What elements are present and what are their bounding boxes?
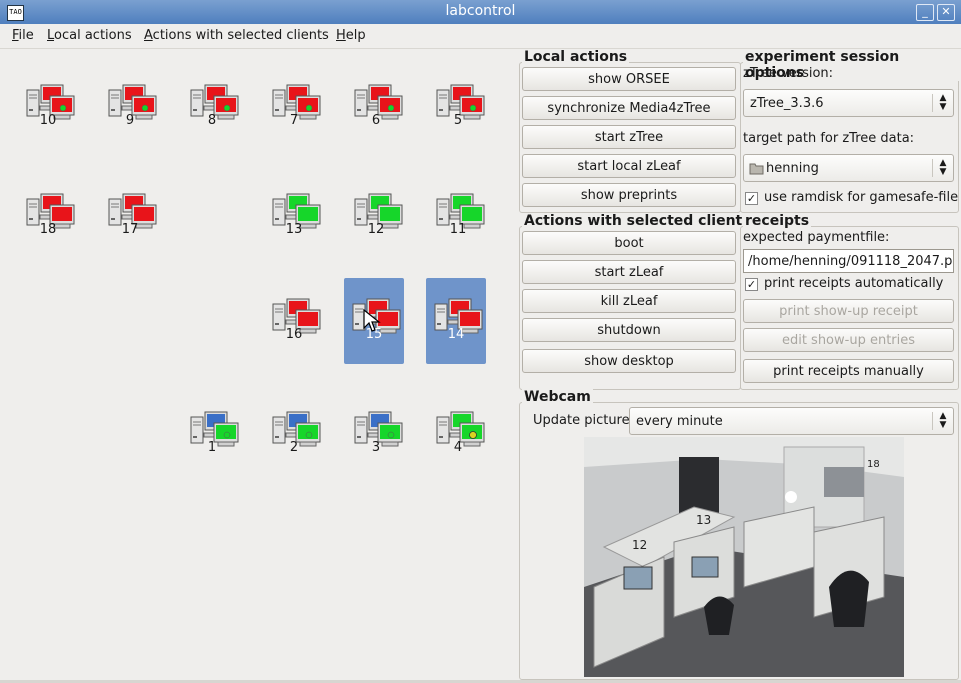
ztree-version-select[interactable]: zTree_3.3.6 ▲ ▼ (743, 89, 954, 117)
client-item[interactable]: 13 (264, 173, 324, 259)
menu-client-actions[interactable]: Actions with selected clients (144, 28, 329, 43)
client-item[interactable]: 17 (100, 173, 160, 259)
ztree-version-label: zTree version: (743, 66, 834, 81)
updown-arrow-icon: ▲ ▼ (932, 159, 953, 177)
client-item[interactable]: 16 (264, 278, 324, 364)
client-item[interactable]: 5 (428, 64, 488, 150)
updown-arrow-icon: ▲ ▼ (932, 94, 953, 112)
cubicle-number-label: 12 (632, 538, 647, 552)
mouse-cursor-icon (363, 308, 381, 332)
local-actions-title: Local actions (522, 49, 630, 65)
client-actions-title: Actions with selected clients (522, 213, 753, 229)
show-desktop-button[interactable]: show desktop (522, 349, 736, 373)
update-picture-label: Update picture (533, 413, 630, 428)
folder-icon (749, 163, 764, 175)
client-item[interactable]: 10 (18, 64, 78, 150)
target-path-label: target path for zTree data: (743, 131, 915, 146)
title-bar: TAO labcontrol _ ✕ (0, 0, 961, 24)
paymentfile-label: expected paymentfile: (743, 230, 890, 245)
webcam-title: Webcam (522, 389, 593, 405)
minimize-button[interactable]: _ (916, 4, 934, 21)
menu-help[interactable]: Help (336, 28, 366, 43)
client-item[interactable]: 6 (346, 64, 406, 150)
client-item[interactable]: 2 (264, 391, 324, 477)
target-path-select[interactable]: henning ▲ ▼ (743, 154, 954, 182)
close-button[interactable]: ✕ (937, 4, 955, 21)
client-item[interactable]: 3 (346, 391, 406, 477)
client-item[interactable]: 18 (18, 173, 78, 259)
auto-print-label: print receipts automatically (764, 276, 944, 291)
client-grid: 10 9 8 7 6 5 18 17 13 12 11 16 15 14 1 2… (0, 48, 516, 680)
client-item[interactable]: 11 (428, 173, 488, 259)
print-showup-receipt-button[interactable]: print show-up receipt (743, 299, 954, 323)
client-item[interactable]: 4 (428, 391, 488, 477)
receipts-title: receipts (743, 213, 812, 229)
menu-file[interactable]: File (12, 28, 34, 43)
client-item[interactable]: 7 (264, 64, 324, 150)
webcam-image: 13 12 18 (584, 437, 904, 677)
cubicle-number-label: 13 (696, 513, 711, 527)
show-preprints-button[interactable]: show preprints (522, 183, 736, 207)
client-item-selected[interactable]: 14 (426, 278, 486, 364)
shutdown-button[interactable]: shutdown (522, 318, 736, 342)
start-local-zleaf-button[interactable]: start local zLeaf (522, 154, 736, 178)
cubicle-number-label: 18 (867, 459, 880, 470)
client-item[interactable]: 1 (182, 391, 242, 477)
edit-showup-entries-button[interactable]: edit show-up entries (743, 328, 954, 352)
update-picture-select[interactable]: every minute ▲ ▼ (629, 407, 954, 435)
start-ztree-button[interactable]: start zTree (522, 125, 736, 149)
auto-print-checkbox[interactable]: ✓ (745, 278, 758, 291)
kill-zleaf-button[interactable]: kill zLeaf (522, 289, 736, 313)
client-item[interactable]: 8 (182, 64, 242, 150)
menu-local-actions[interactable]: Local actions (47, 28, 132, 43)
menu-bar: File Local actions Actions with selected… (0, 24, 961, 49)
synchronize-media4ztree-button[interactable]: synchronize Media4zTree (522, 96, 736, 120)
ramdisk-checkbox[interactable]: ✓ (745, 192, 758, 205)
window-title: labcontrol (445, 3, 516, 19)
ramdisk-label: use ramdisk for gamesafe-file (764, 190, 959, 205)
start-zleaf-button[interactable]: start zLeaf (522, 260, 736, 284)
client-item[interactable]: 12 (346, 173, 406, 259)
boot-button[interactable]: boot (522, 231, 736, 255)
paymentfile-field[interactable]: /home/henning/091118_2047.pay (743, 249, 954, 273)
show-orsee-button[interactable]: show ORSEE (522, 67, 736, 91)
print-receipts-manually-button[interactable]: print receipts manually (743, 359, 954, 383)
client-item[interactable]: 9 (100, 64, 160, 150)
updown-arrow-icon: ▲ ▼ (932, 412, 953, 430)
